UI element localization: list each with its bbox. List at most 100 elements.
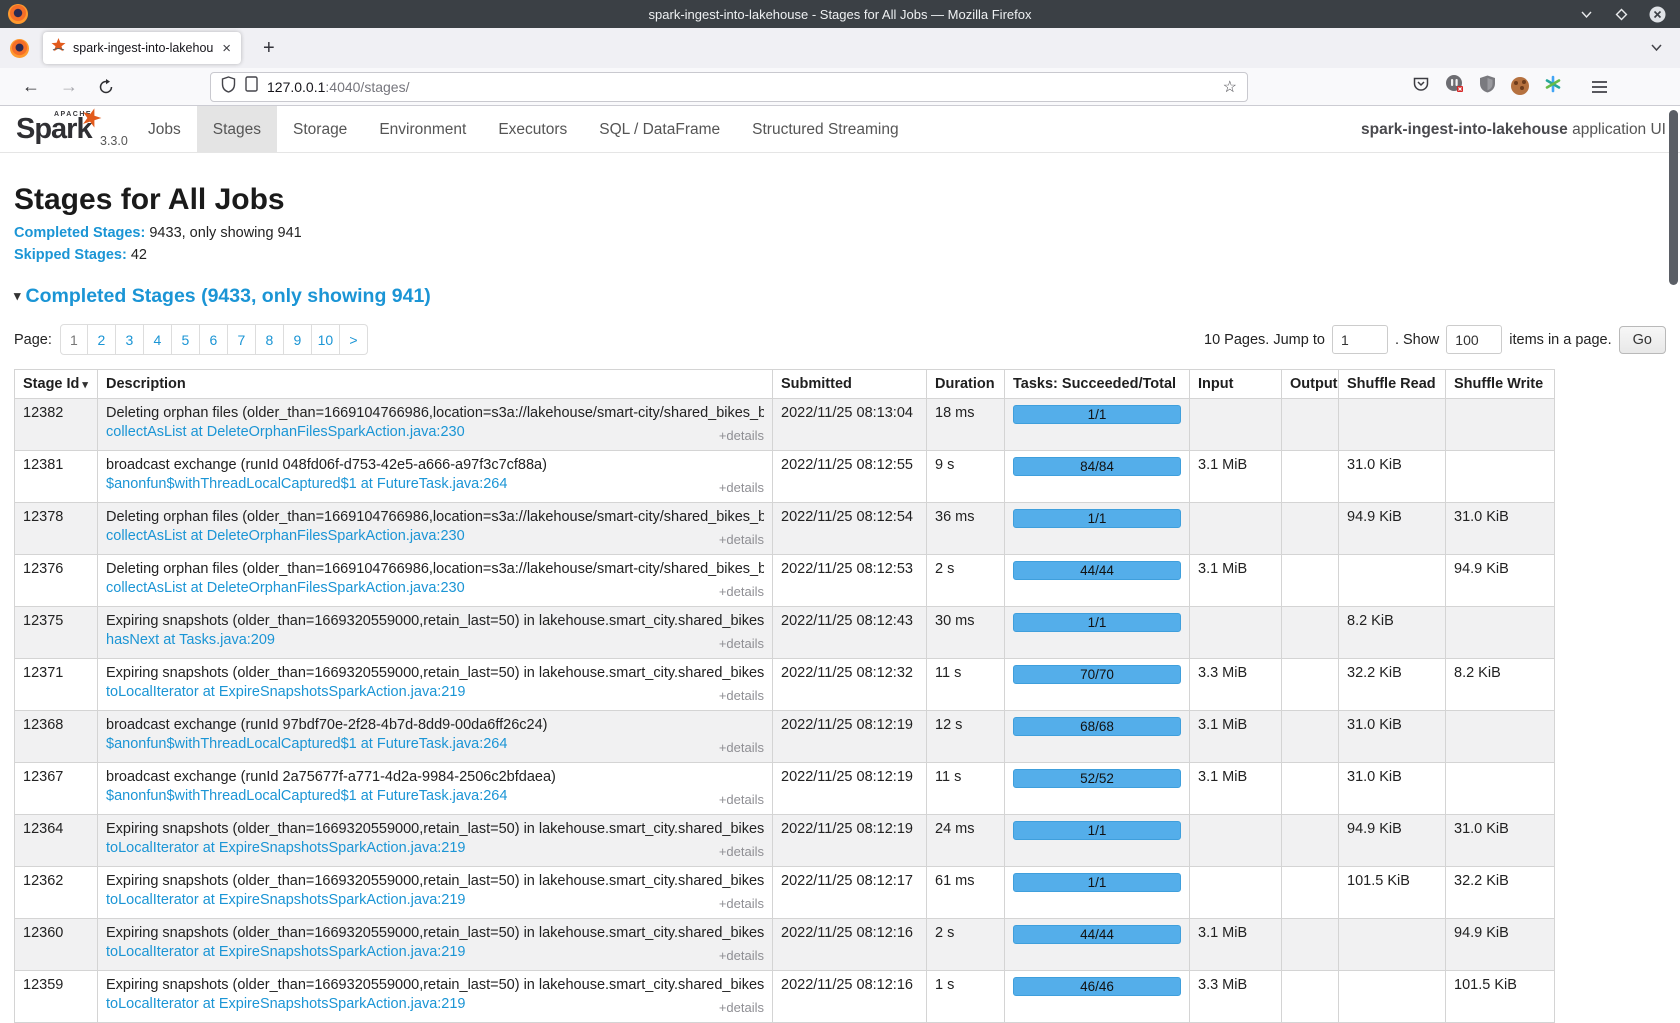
- page-button[interactable]: 8: [256, 324, 284, 355]
- spark-favicon: [51, 38, 66, 58]
- duration-cell: 2 s: [927, 919, 1005, 971]
- reload-icon[interactable]: [88, 79, 124, 95]
- page-button[interactable]: 10: [312, 324, 340, 355]
- shield-icon[interactable]: [221, 76, 236, 98]
- url-bar[interactable]: 127.0.0.1:4040/stages/ ☆: [210, 72, 1248, 102]
- header-description[interactable]: Description: [98, 370, 773, 399]
- go-button[interactable]: Go: [1619, 326, 1666, 354]
- header-shuffle-read[interactable]: Shuffle Read: [1339, 370, 1446, 399]
- tab-list-chevron-icon[interactable]: [1649, 40, 1664, 60]
- stage-callsite-link[interactable]: hasNext at Tasks.java:209: [106, 632, 275, 648]
- details-toggle[interactable]: +details: [719, 428, 764, 443]
- completed-stages-link[interactable]: Completed Stages:: [14, 225, 145, 241]
- submitted-cell: 2022/11/25 08:13:04: [773, 399, 927, 451]
- stage-callsite-link[interactable]: toLocalIterator at ExpireSnapshotsSparkA…: [106, 892, 466, 908]
- input-cell: [1190, 815, 1282, 867]
- input-cell: 3.3 MiB: [1190, 971, 1282, 1023]
- details-toggle[interactable]: +details: [719, 480, 764, 495]
- page-button[interactable]: 3: [116, 324, 144, 355]
- new-tab-button[interactable]: +: [257, 37, 281, 60]
- header-submitted[interactable]: Submitted: [773, 370, 927, 399]
- header-output[interactable]: Output: [1282, 370, 1339, 399]
- spark-nav-item[interactable]: Environment: [363, 106, 482, 152]
- input-cell: 3.1 MiB: [1190, 451, 1282, 503]
- spark-nav-item[interactable]: Structured Streaming: [736, 106, 914, 152]
- spark-nav-item[interactable]: SQL / DataFrame: [583, 106, 736, 152]
- back-icon[interactable]: ←: [12, 76, 50, 97]
- stage-callsite-link[interactable]: toLocalIterator at ExpireSnapshotsSparkA…: [106, 996, 466, 1012]
- header-input[interactable]: Input: [1190, 370, 1282, 399]
- menu-hamburger-icon[interactable]: [1591, 80, 1608, 99]
- tasks-cell: 1/1: [1005, 399, 1190, 451]
- description-cell: Deleting orphan files (older_than=166910…: [98, 503, 773, 555]
- firefox-icon-small: [10, 39, 29, 58]
- details-toggle[interactable]: +details: [719, 532, 764, 547]
- stage-callsite-link[interactable]: toLocalIterator at ExpireSnapshotsSparkA…: [106, 944, 466, 960]
- details-toggle[interactable]: +details: [719, 1000, 764, 1015]
- pocket-icon[interactable]: [1412, 75, 1430, 98]
- page-button[interactable]: 9: [284, 324, 312, 355]
- details-toggle[interactable]: +details: [719, 740, 764, 755]
- stage-callsite-link[interactable]: toLocalIterator at ExpireSnapshotsSparkA…: [106, 840, 466, 856]
- bookmark-star-icon[interactable]: ☆: [1223, 77, 1237, 97]
- completed-stages-section-header[interactable]: ▾Completed Stages (9433, only showing 94…: [14, 285, 1666, 308]
- tab-close-icon[interactable]: ×: [220, 41, 233, 56]
- skipped-stages-value: 42: [127, 247, 147, 263]
- stage-callsite-link[interactable]: collectAsList at DeleteOrphanFilesSparkA…: [106, 580, 465, 596]
- output-cell: [1282, 659, 1339, 711]
- scrollbar-thumb[interactable]: [1669, 110, 1678, 285]
- browser-tab[interactable]: spark-ingest-into-lakehous ×: [43, 32, 241, 64]
- minimize-icon[interactable]: [1579, 7, 1594, 22]
- output-cell: [1282, 451, 1339, 503]
- header-tasks[interactable]: Tasks: Succeeded/Total: [1005, 370, 1190, 399]
- details-toggle[interactable]: +details: [719, 688, 764, 703]
- page-button[interactable]: 2: [88, 324, 116, 355]
- jump-to-input[interactable]: [1332, 325, 1388, 354]
- details-toggle[interactable]: +details: [719, 844, 764, 859]
- pagination-controls: 10 Pages. Jump to . Show items in a page…: [1204, 325, 1666, 354]
- items-per-page-input[interactable]: [1446, 325, 1502, 354]
- maximize-icon[interactable]: [1614, 7, 1629, 22]
- asterisk-extension-icon[interactable]: [1544, 75, 1562, 98]
- header-stage-id[interactable]: Stage Id▾: [15, 370, 98, 399]
- skipped-stages-link[interactable]: Skipped Stages:: [14, 247, 127, 263]
- stage-id-cell: 12367: [15, 763, 98, 815]
- page-button[interactable]: 7: [228, 324, 256, 355]
- containers-icon[interactable]: [1445, 74, 1464, 98]
- stage-callsite-link[interactable]: toLocalIterator at ExpireSnapshotsSparkA…: [106, 684, 466, 700]
- stage-callsite-link[interactable]: $anonfun$withThreadLocalCaptured$1 at Fu…: [106, 788, 507, 804]
- details-toggle[interactable]: +details: [719, 896, 764, 911]
- header-duration[interactable]: Duration: [927, 370, 1005, 399]
- header-shuffle-write[interactable]: Shuffle Write: [1446, 370, 1555, 399]
- page-button[interactable]: 1: [60, 324, 88, 355]
- tab-bar: spark-ingest-into-lakehous × +: [0, 28, 1680, 68]
- page-button[interactable]: 4: [144, 324, 172, 355]
- details-toggle[interactable]: +details: [719, 792, 764, 807]
- stage-callsite-link[interactable]: collectAsList at DeleteOrphanFilesSparkA…: [106, 424, 465, 440]
- stage-callsite-link[interactable]: $anonfun$withThreadLocalCaptured$1 at Fu…: [106, 476, 507, 492]
- header-stage-id-label: Stage Id: [23, 376, 79, 392]
- details-toggle[interactable]: +details: [719, 636, 764, 651]
- ublock-shield-icon[interactable]: [1479, 75, 1496, 98]
- details-toggle[interactable]: +details: [719, 584, 764, 599]
- input-cell: 3.3 MiB: [1190, 659, 1282, 711]
- spark-nav-item[interactable]: Jobs: [132, 106, 197, 152]
- page-button[interactable]: 5: [172, 324, 200, 355]
- input-cell: 3.1 MiB: [1190, 763, 1282, 815]
- stage-callsite-link[interactable]: collectAsList at DeleteOrphanFilesSparkA…: [106, 528, 465, 544]
- stage-id-cell: 12376: [15, 555, 98, 607]
- stage-row: 12360 Expiring snapshots (older_than=166…: [15, 919, 1555, 971]
- spark-nav-item[interactable]: Storage: [277, 106, 363, 152]
- page-button[interactable]: >: [340, 324, 368, 355]
- details-toggle[interactable]: +details: [719, 948, 764, 963]
- spark-nav-item[interactable]: Stages: [197, 106, 277, 152]
- completed-stages-value: 9433, only showing 941: [145, 225, 301, 241]
- cookie-icon[interactable]: [1511, 77, 1529, 95]
- close-icon[interactable]: [1649, 6, 1666, 23]
- stage-callsite-link[interactable]: $anonfun$withThreadLocalCaptured$1 at Fu…: [106, 736, 507, 752]
- page-button[interactable]: 6: [200, 324, 228, 355]
- duration-cell: 18 ms: [927, 399, 1005, 451]
- items-label: items in a page.: [1509, 332, 1611, 348]
- spark-nav-item[interactable]: Executors: [482, 106, 583, 152]
- page-info-icon[interactable]: [245, 76, 258, 97]
